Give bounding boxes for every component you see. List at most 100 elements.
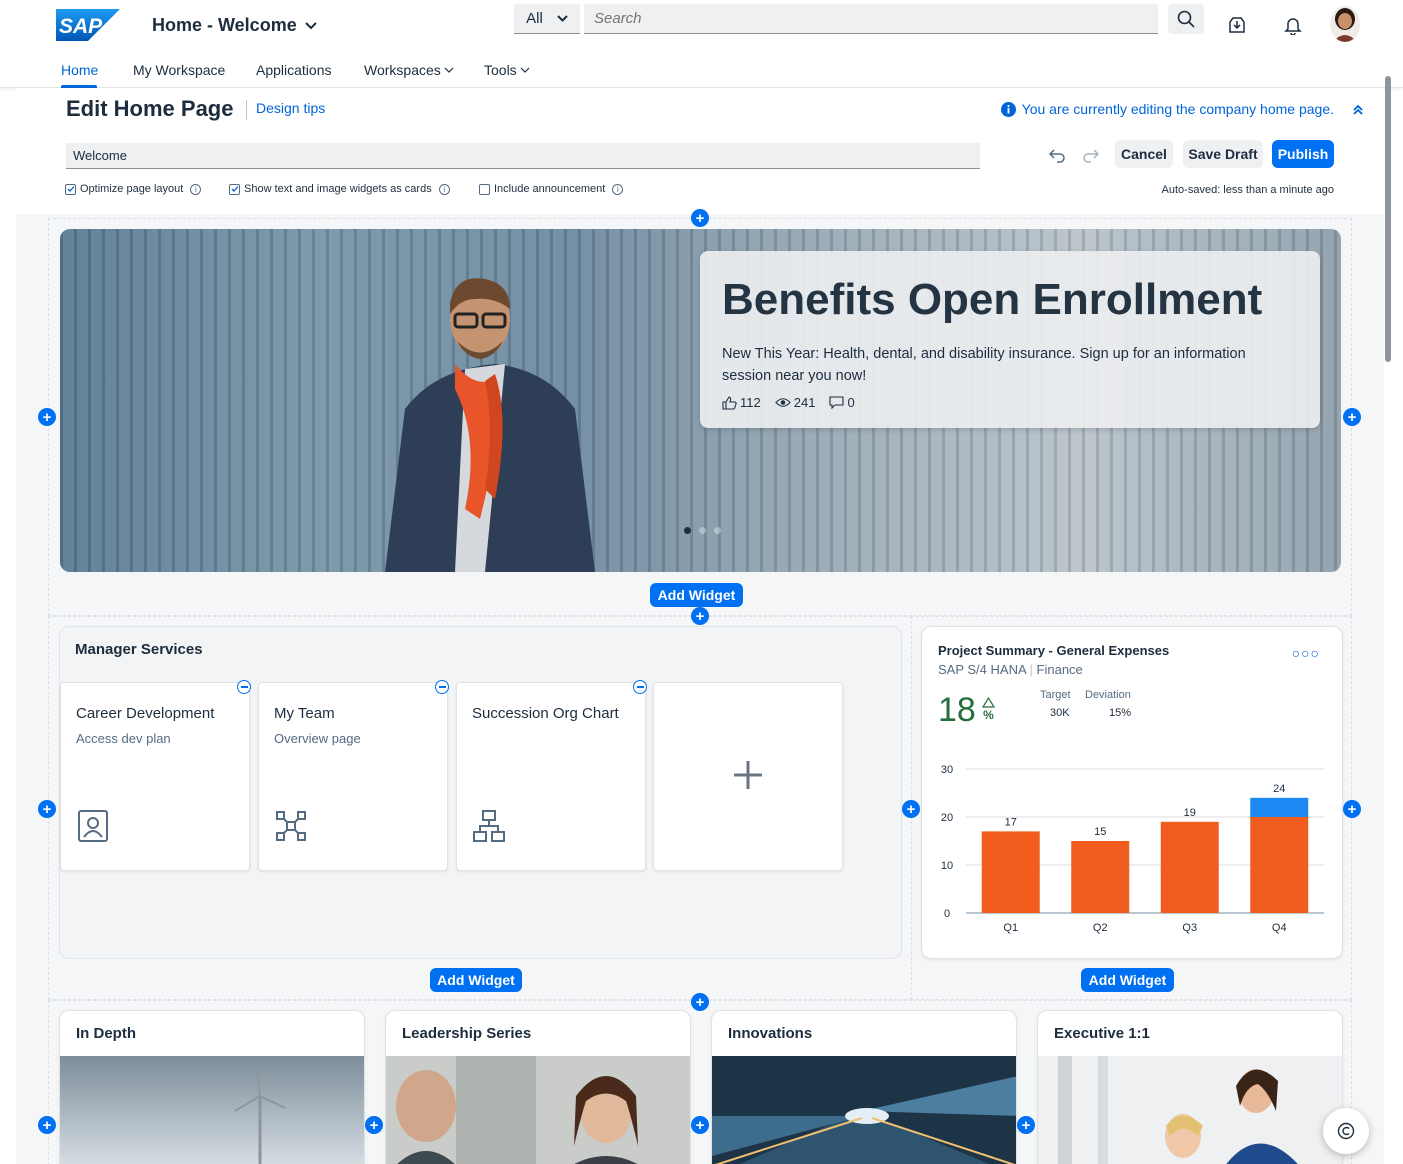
card-title: In Depth [76,1025,136,1042]
add-section-icon[interactable]: + [691,993,709,1011]
bar [1250,817,1309,913]
team-network-icon [276,811,306,841]
kpi-indicator: % [982,697,995,722]
deviation-label: Deviation [1085,689,1131,701]
bar-overflow [1250,797,1309,817]
nav-my-workspace[interactable]: My Workspace [133,62,225,78]
add-between-icon[interactable]: + [1017,1116,1035,1134]
trend-up-icon [982,697,995,708]
include-announcement-label: Include announcement [494,183,606,195]
meeting-people-image [386,1056,690,1164]
app-title-menu[interactable]: Home - Welcome [152,15,317,36]
bar [1071,841,1130,913]
nav-home[interactable]: Home [61,62,98,78]
search-input[interactable] [584,4,1158,34]
editing-info-text: You are currently editing the company ho… [1021,101,1334,117]
search-scope-select[interactable]: All [514,4,580,34]
add-right-icon[interactable]: + [1343,408,1361,426]
nav-tools[interactable]: Tools [484,62,530,78]
hero-person-image [385,278,595,572]
publish-button[interactable]: Publish [1272,140,1334,168]
sap-logo[interactable]: SAP [56,9,120,41]
card-leadership-series[interactable]: Leadership Series [385,1010,691,1164]
add-left-icon[interactable]: + [38,1116,56,1134]
info-icon[interactable]: i [438,183,450,195]
nav-applications[interactable]: Applications [256,62,332,78]
card-innovations[interactable]: Innovations [711,1010,1017,1164]
office-meeting-image [1038,1056,1342,1164]
more-options-icon[interactable]: ○○○ [1292,645,1320,661]
add-between-icon[interactable]: + [365,1116,383,1134]
comments-stat[interactable]: 0 [829,395,855,410]
chevron-down-icon [304,21,317,29]
y-tick-label: 10 [941,860,953,872]
likes-count: 112 [740,395,761,410]
undo-icon[interactable] [1048,146,1066,164]
add-left-icon[interactable]: + [38,800,56,818]
cancel-button[interactable]: Cancel [1115,140,1173,168]
light-trails-image [712,1056,1016,1164]
widgets-as-cards-option[interactable]: Show text and image widgets as cards i [229,183,450,195]
kpi-unit: % [983,708,994,722]
info-icon[interactable]: i [612,183,624,195]
notifications-button[interactable] [1282,14,1304,36]
vertical-scrollbar[interactable] [1385,76,1391,362]
tile-succession-org-chart[interactable]: Succession Org Chart [456,680,647,871]
add-section-above-icon[interactable]: + [691,209,709,227]
widgets-as-cards-checkbox[interactable] [229,183,240,195]
add-widget-button[interactable]: Add Widget [430,968,522,992]
nav-workspaces[interactable]: Workspaces [364,62,454,78]
redo-icon[interactable] [1082,146,1100,164]
info-icon[interactable]: i [190,183,202,195]
card-subtitle-system: SAP S/4 HANA [938,662,1026,677]
add-widget-button[interactable]: Add Widget [650,583,743,607]
thumbs-up-icon [722,395,737,410]
tile-my-team[interactable]: My Team Overview page [258,680,449,871]
card-subtitle-area: Finance [1036,662,1083,677]
add-right-icon[interactable]: + [1343,800,1361,818]
tile-career-development[interactable]: Career Development Access dev plan [60,680,251,871]
remove-tile-icon[interactable] [237,680,251,694]
card-title: Leadership Series [402,1025,532,1042]
edit-header: Edit Home Page Design tips You are curre… [16,88,1384,214]
card-title: Executive 1:1 [1054,1025,1150,1042]
add-section-icon[interactable]: + [691,607,709,625]
checkmark-icon [231,186,238,192]
data-label: 24 [1273,783,1285,795]
comments-count: 0 [847,395,855,410]
add-tile-button[interactable] [653,682,843,871]
remove-tile-icon[interactable] [633,680,647,694]
tile-title: Career Development [76,705,215,722]
add-left-icon[interactable]: + [38,408,56,426]
optimize-layout-option[interactable]: Optimize page layout i [65,183,202,195]
include-announcement-option[interactable]: Include announcement i [479,183,624,195]
hero-carousel[interactable]: Benefits Open Enrollment New This Year: … [60,229,1341,572]
card-in-depth[interactable]: In Depth [59,1010,365,1164]
collapse-header-icon[interactable] [1350,102,1366,118]
target-value: 30K [1050,707,1070,719]
views-count: 241 [793,395,816,410]
add-widget-button[interactable]: Add Widget [1081,968,1174,992]
carousel-dot[interactable] [684,527,691,534]
design-tips-link[interactable]: Design tips [256,100,325,116]
inbox-button[interactable] [1226,14,1248,36]
add-between-icon[interactable]: + [902,800,920,818]
page-title-field[interactable] [66,143,980,169]
add-between-icon[interactable]: + [691,1116,709,1134]
floating-help-button[interactable] [1323,1108,1369,1154]
carousel-dot[interactable] [699,527,706,534]
search-button[interactable] [1168,4,1204,34]
include-announcement-checkbox[interactable] [479,183,490,195]
remove-tile-icon[interactable] [435,680,449,694]
save-draft-button[interactable]: Save Draft [1183,140,1263,168]
y-tick-label: 30 [941,764,953,776]
y-tick-label: 20 [941,812,953,824]
search-area: All [514,4,1204,34]
likes-stat[interactable]: 112 [722,395,761,410]
carousel-dot[interactable] [714,527,721,534]
card-executive-1-1[interactable]: Executive 1:1 [1037,1010,1343,1164]
avatar[interactable] [1330,6,1360,42]
project-summary-card[interactable]: Project Summary - General Expenses SAP S… [921,626,1343,959]
optimize-layout-checkbox[interactable] [65,183,76,195]
views-stat: 241 [774,395,816,410]
